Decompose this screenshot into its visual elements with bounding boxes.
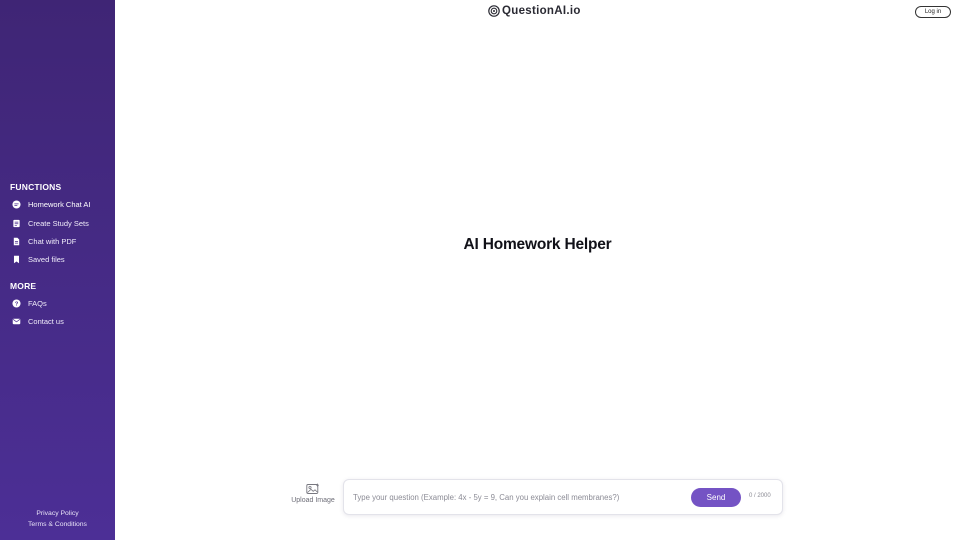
svg-text:?: ? bbox=[15, 301, 19, 307]
sidebar-item-label: Create Study Sets bbox=[28, 218, 89, 228]
question-input[interactable] bbox=[353, 489, 688, 506]
cards-icon bbox=[13, 219, 20, 227]
envelope-icon bbox=[12, 318, 21, 324]
logo-text: QuestionAI.io bbox=[502, 5, 581, 17]
sidebar-item-label: Contact us bbox=[28, 316, 64, 326]
sidebar-item-study-sets[interactable]: Create Study Sets bbox=[12, 216, 89, 230]
sidebar-item-contact[interactable]: Contact us bbox=[12, 314, 64, 328]
send-button[interactable]: Send bbox=[691, 488, 741, 507]
upload-image-button[interactable]: Upload Image bbox=[287, 483, 339, 504]
question-circle-icon: ? bbox=[12, 298, 21, 307]
sidebar-item-chat-pdf[interactable]: Chat with PDF bbox=[12, 234, 76, 248]
logo[interactable]: QuestionAI.io bbox=[488, 5, 581, 17]
sidebar-item-label: FAQs bbox=[28, 298, 47, 308]
sidebar: FUNCTIONS Homework Chat AI Create Study … bbox=[0, 0, 115, 540]
page-title: AI Homework Helper bbox=[463, 236, 612, 253]
image-upload-icon bbox=[306, 483, 319, 494]
sidebar-item-label: Saved files bbox=[28, 254, 65, 264]
sidebar-item-homework-chat[interactable]: Homework Chat AI bbox=[12, 197, 91, 211]
sidebar-item-faqs[interactable]: ? FAQs bbox=[12, 296, 47, 310]
functions-section-title: FUNCTIONS bbox=[10, 182, 62, 192]
question-input-box: Send 0 / 2000 bbox=[343, 479, 783, 515]
chat-bubble-icon bbox=[12, 199, 21, 209]
app-root: FUNCTIONS Homework Chat AI Create Study … bbox=[0, 0, 960, 540]
document-icon bbox=[13, 237, 20, 245]
more-section-title: MORE bbox=[10, 281, 37, 291]
terms-link[interactable]: Terms & Conditions bbox=[0, 521, 115, 528]
sidebar-item-label: Chat with PDF bbox=[28, 236, 77, 246]
bookmark-icon bbox=[13, 255, 20, 263]
sidebar-item-saved-files[interactable]: Saved files bbox=[12, 252, 65, 266]
login-button[interactable]: Log in bbox=[915, 6, 951, 18]
logo-icon bbox=[488, 5, 500, 17]
sidebar-item-label: Homework Chat AI bbox=[28, 199, 91, 209]
upload-image-label: Upload Image bbox=[291, 497, 335, 504]
privacy-policy-link[interactable]: Privacy Policy bbox=[0, 510, 115, 517]
character-count: 0 / 2000 bbox=[749, 493, 771, 499]
